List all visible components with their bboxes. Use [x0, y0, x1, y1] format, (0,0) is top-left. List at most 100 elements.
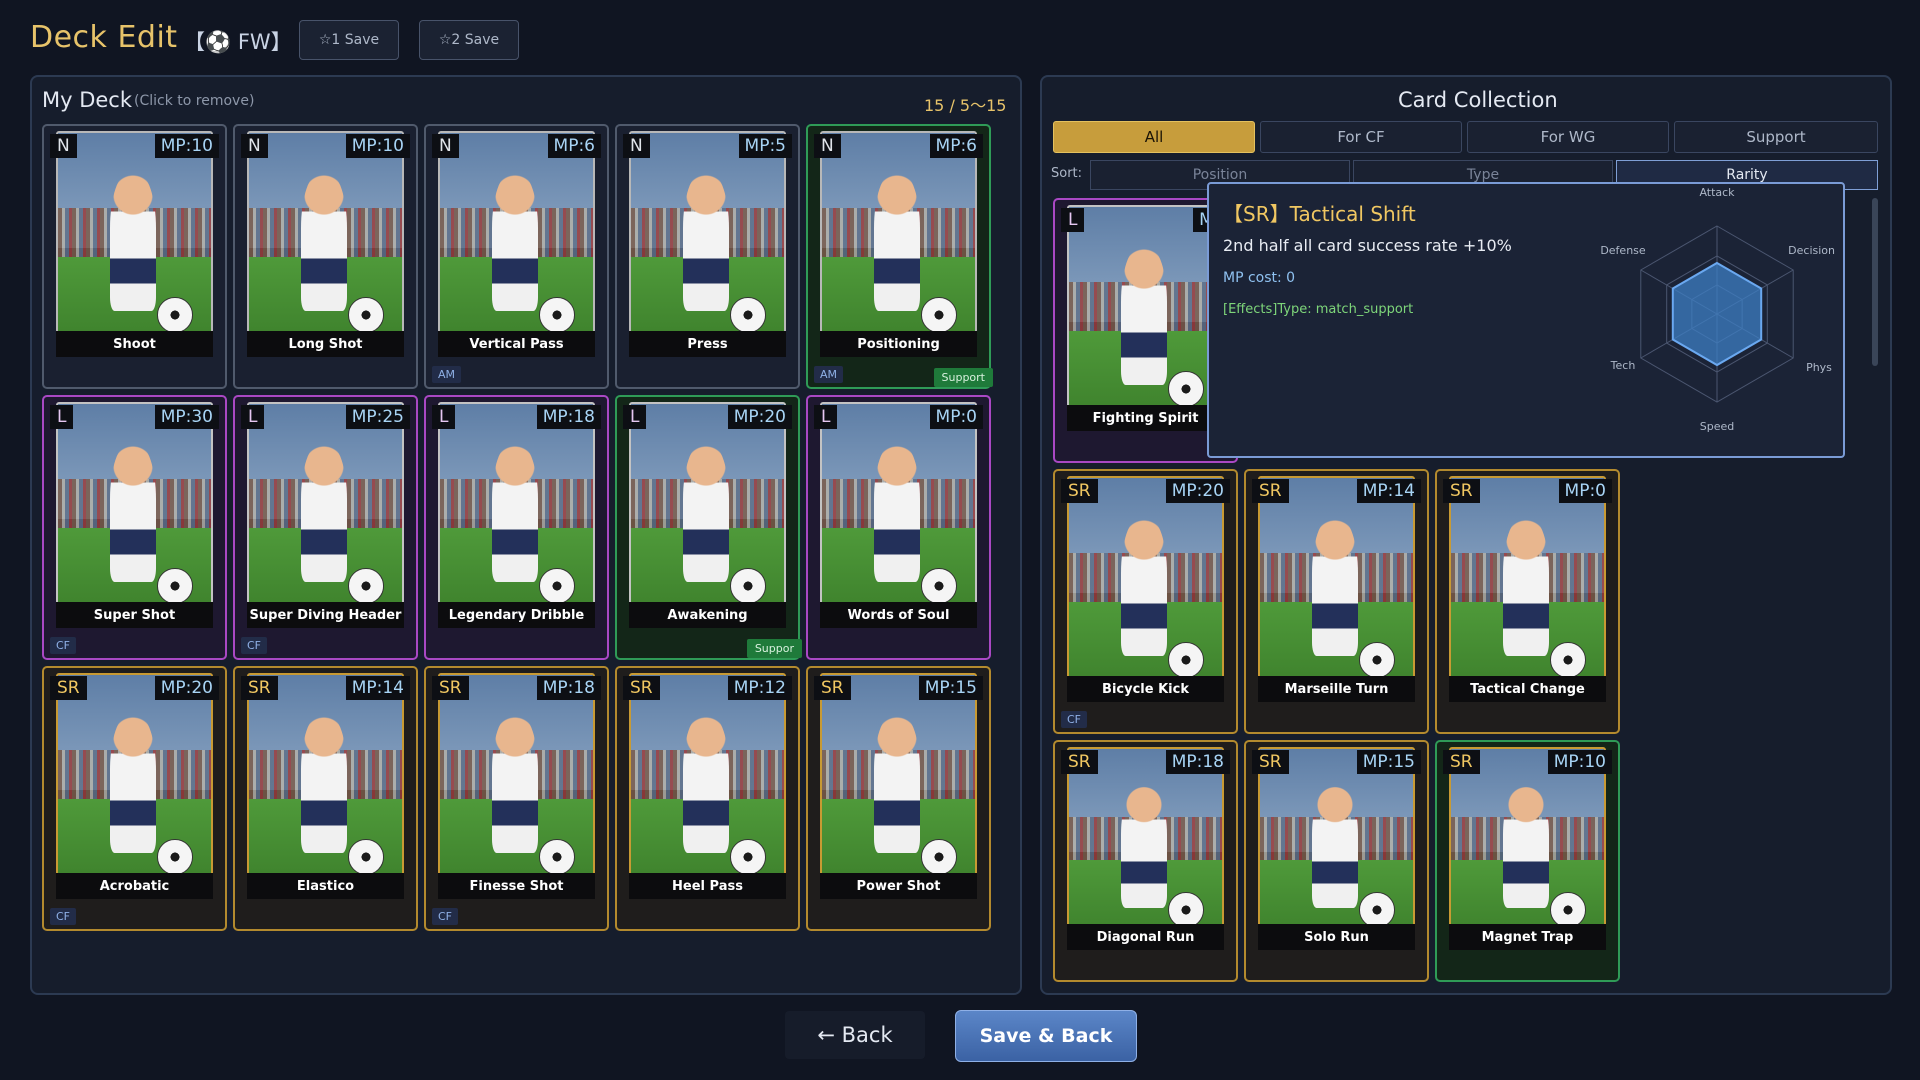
mp-cost-badge: MP:15: [1356, 750, 1421, 774]
card-name: Finesse Shot: [438, 873, 595, 899]
card-super-shot[interactable]: Super Shot L MP:30 CF: [42, 395, 227, 660]
rarity-badge: SR: [623, 676, 660, 700]
card-elastico[interactable]: Elastico SR MP:14: [233, 666, 418, 931]
player-illustration: [874, 714, 920, 853]
card-name: Magnet Trap: [1449, 924, 1606, 950]
mp-cost-badge: MP:0: [929, 405, 983, 429]
card-art: [820, 673, 977, 899]
card-power-shot[interactable]: Power Shot SR MP:15: [806, 666, 991, 931]
mp-cost-badge: MP:30: [154, 405, 219, 429]
card-art: [629, 402, 786, 628]
radar-label-attack: Attack: [1699, 186, 1735, 199]
card-words-of-soul[interactable]: Words of Soul L MP:0: [806, 395, 991, 660]
card-vertical-pass[interactable]: Vertical Pass N MP:6 AM: [424, 124, 609, 389]
player-illustration: [874, 443, 920, 582]
card-art: [247, 673, 404, 899]
rarity-badge: SR: [1443, 750, 1480, 774]
card-art: [56, 402, 213, 628]
card-bicycle-kick[interactable]: Bicycle Kick SR MP:20 CF: [1053, 469, 1238, 734]
card-press[interactable]: Press N MP:5: [615, 124, 800, 389]
my-deck-title: My Deck: [42, 88, 133, 112]
card-acrobatic[interactable]: Acrobatic SR MP:20 CF: [42, 666, 227, 931]
rarity-badge: SR: [1061, 479, 1098, 503]
card-name: Elastico: [247, 873, 404, 899]
soccer-ball-icon: [538, 568, 575, 604]
card-art: [1258, 747, 1415, 950]
mp-cost-badge: MP:14: [345, 676, 410, 700]
my-deck-hint: (Click to remove): [134, 93, 255, 109]
back-button[interactable]: ← Back: [785, 1011, 925, 1059]
card-art: [1258, 476, 1415, 702]
filter-tab-all[interactable]: All: [1053, 121, 1255, 153]
mp-cost-badge: MP:20: [727, 405, 792, 429]
card-name: Words of Soul: [820, 602, 977, 628]
rarity-badge: SR: [814, 676, 851, 700]
collection-title: Card Collection: [1398, 88, 1558, 112]
player-illustration: [1312, 517, 1358, 656]
radar-label-phys: Phys: [1806, 361, 1832, 374]
card-awakening[interactable]: Awakening L MP:20 Suppor: [615, 395, 802, 660]
card-marseille-turn[interactable]: Marseille Turn SR MP:14: [1244, 469, 1429, 734]
page-title: Deck Edit: [30, 20, 178, 55]
player-illustration: [1121, 784, 1167, 909]
rarity-badge: L: [814, 405, 838, 429]
radar-label-decision: Decision: [1788, 244, 1835, 257]
radar-label-speed: Speed: [1700, 420, 1734, 433]
filter-tab-for-wg[interactable]: For WG: [1467, 121, 1669, 153]
rarity-badge: SR: [50, 676, 87, 700]
soccer-ball-icon: [538, 297, 575, 333]
soccer-ball-icon: [538, 839, 575, 875]
soccer-ball-icon: [1167, 642, 1204, 678]
card-long-shot[interactable]: Long Shot N MP:10: [233, 124, 418, 389]
card-name: Power Shot: [820, 873, 977, 899]
card-magnet-trap[interactable]: Magnet Trap SR MP:10: [1435, 740, 1620, 982]
tooltip-title: 【SR】Tactical Shift: [1223, 202, 1416, 226]
card-art: [438, 131, 595, 357]
player-illustration: [1121, 517, 1167, 656]
card-heel-pass[interactable]: Heel Pass SR MP:12: [615, 666, 800, 931]
rarity-badge: L: [432, 405, 456, 429]
card-name: Acrobatic: [56, 873, 213, 899]
card-name: Super Shot: [56, 602, 213, 628]
card-solo-run[interactable]: Solo Run SR MP:15: [1244, 740, 1429, 982]
player-illustration: [492, 443, 538, 582]
card-name: Heel Pass: [629, 873, 786, 899]
stat-radar-chart: Attack Decision Phys Speed Tech Defense: [1600, 186, 1835, 433]
rarity-badge: N: [814, 134, 841, 158]
card-art: [1067, 476, 1224, 702]
save-slot-1-button[interactable]: ☆1 Save: [299, 20, 399, 60]
card-legendary-dribble[interactable]: Legendary Dribble L MP:18: [424, 395, 609, 660]
player-illustration: [110, 172, 156, 311]
position-tag: AM: [814, 366, 844, 383]
card-tactical-change[interactable]: Tactical Change SR MP:0: [1435, 469, 1620, 734]
soccer-ball-icon: [1358, 892, 1395, 929]
rarity-badge: L: [1061, 208, 1085, 232]
mp-cost-badge: MP:18: [1165, 750, 1230, 774]
player-illustration: [1503, 517, 1549, 656]
card-shoot[interactable]: Shoot N MP:10: [42, 124, 227, 389]
filter-tab-for-cf[interactable]: For CF: [1260, 121, 1462, 153]
card-finesse-shot[interactable]: Finesse Shot SR MP:18 CF: [424, 666, 609, 931]
collection-scrollbar[interactable]: [1872, 198, 1878, 366]
save-and-back-button[interactable]: Save & Back: [955, 1010, 1137, 1062]
player-illustration: [1121, 246, 1167, 385]
card-art: [820, 131, 977, 357]
soccer-ball-icon: [1167, 371, 1204, 407]
position-tag: AM: [432, 366, 462, 383]
card-super-diving-header[interactable]: Super Diving Header L MP:25 CF: [233, 395, 418, 660]
card-positioning[interactable]: Positioning N MP:6 AM Support: [806, 124, 993, 389]
soccer-ball-icon: [1167, 892, 1204, 929]
filter-tab-support[interactable]: Support: [1674, 121, 1878, 153]
card-diagonal-run[interactable]: Diagonal Run SR MP:18: [1053, 740, 1238, 982]
card-art: [438, 673, 595, 899]
player-illustration: [301, 714, 347, 853]
rarity-badge: N: [241, 134, 268, 158]
card-name: Solo Run: [1258, 924, 1415, 950]
card-name: Marseille Turn: [1258, 676, 1415, 702]
soccer-ball-icon: [1549, 892, 1586, 929]
save-slot-2-button[interactable]: ☆2 Save: [419, 20, 519, 60]
soccer-ball-icon: [347, 839, 384, 875]
soccer-ball-icon: [729, 568, 766, 604]
card-art: [820, 402, 977, 628]
card-name: Awakening: [629, 602, 786, 628]
